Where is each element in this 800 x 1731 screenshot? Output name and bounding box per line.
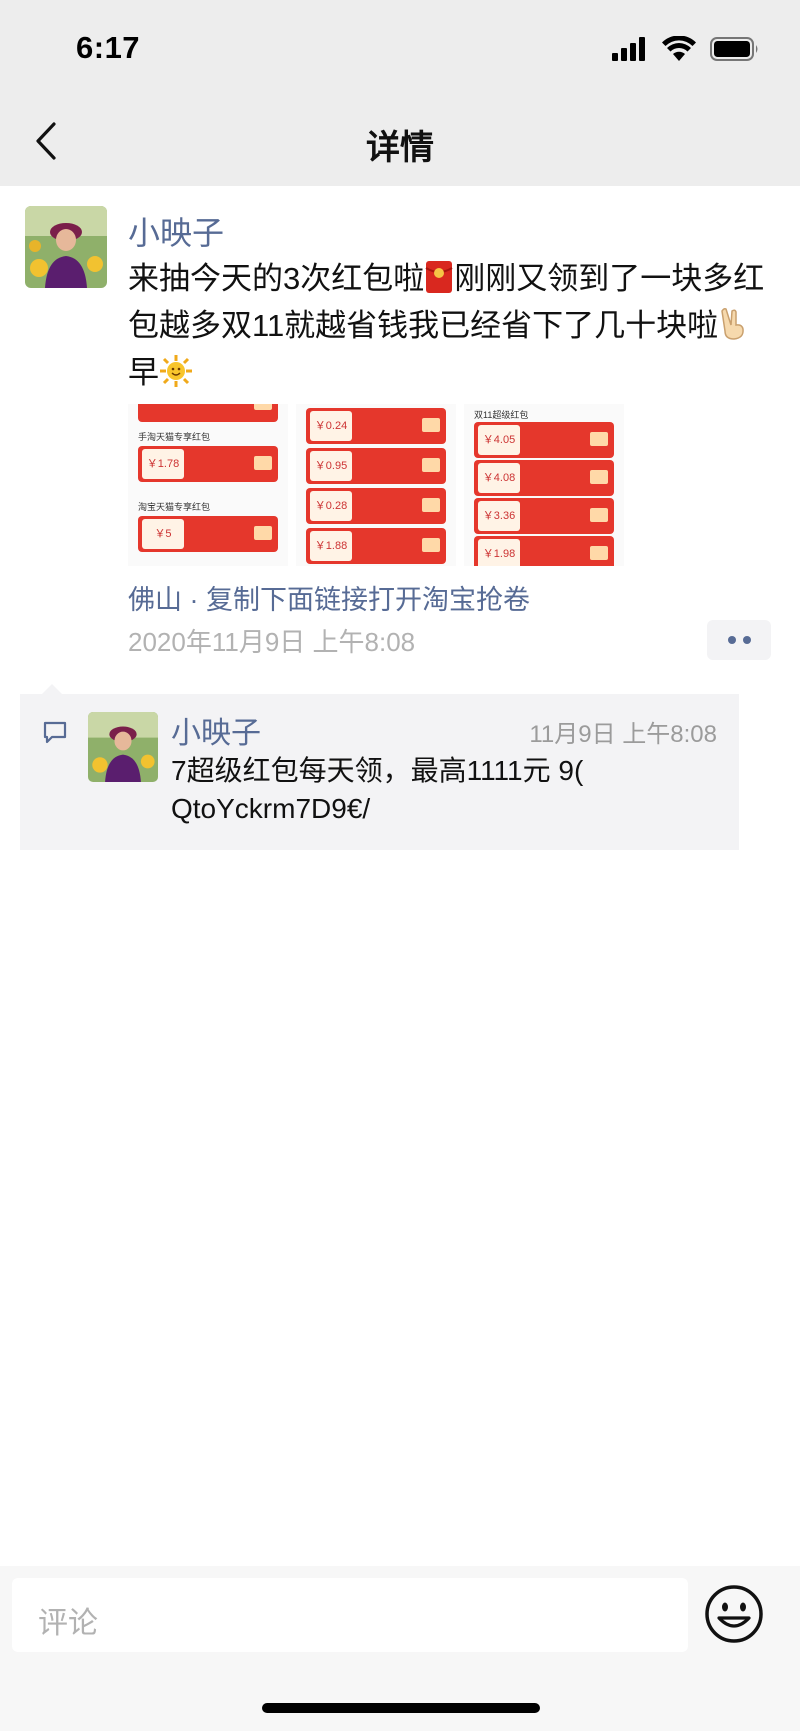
red-packet-strip bbox=[138, 404, 278, 422]
comment-area: 小映子 11月9日 上午8:08 7超级红包每天领，最高1111元 9( Qto… bbox=[20, 694, 739, 850]
wifi-icon bbox=[662, 36, 696, 61]
comment-bubble-icon bbox=[42, 720, 68, 751]
red-packet-amount: ￥4.05 bbox=[478, 425, 520, 455]
photo-label: 双11超级红包 bbox=[474, 410, 529, 420]
post-text: 来抽今天的3次红包啦 刚刚又领到了一块多红包越多双11就越省钱我已经省下了几十块啦… bbox=[128, 258, 778, 399]
red-packet-strip: ￥0.28 bbox=[306, 488, 446, 524]
red-packet-strip: ￥3.36 bbox=[474, 498, 614, 534]
home-indicator bbox=[262, 1703, 540, 1713]
red-packet-amount: ￥4.08 bbox=[478, 463, 520, 493]
red-packet-strip: ￥1.78 bbox=[138, 446, 278, 482]
dot-icon bbox=[742, 636, 751, 644]
red-packet-strip: ￥1.98 bbox=[474, 536, 614, 566]
smiley-face-icon bbox=[705, 1585, 763, 1643]
post-photos: 手淘天猫专享红包 ￥1.78 淘宝天猫专享红包 ￥5 ￥0.24 ￥0.95 ￥… bbox=[128, 404, 624, 566]
post-photo-3[interactable]: 双11超级红包 ￥4.05 ￥4.08 ￥3.36 ￥1.98 bbox=[464, 404, 624, 566]
red-packet-amount: ￥3.36 bbox=[478, 501, 520, 531]
comment-author-name[interactable]: 小映子 bbox=[171, 708, 261, 752]
status-time: 6:17 bbox=[76, 30, 141, 65]
dot-icon bbox=[727, 636, 736, 644]
red-packet-amount: ￥0.24 bbox=[310, 411, 352, 441]
comment-text[interactable]: 7超级红包每天领，最高1111元 9( QtoYckrm7D9€/ bbox=[171, 752, 711, 828]
comment-author-avatar[interactable] bbox=[88, 712, 158, 782]
post-text-part-1: 来抽今天的3次红包啦 bbox=[128, 261, 425, 296]
sun-emoji-icon bbox=[159, 354, 193, 399]
comment-input[interactable]: 评论 bbox=[12, 1578, 688, 1652]
post-photo-2[interactable]: ￥0.24 ￥0.95 ￥0.28 ￥1.88 bbox=[296, 404, 456, 566]
emoji-button[interactable] bbox=[702, 1582, 766, 1651]
victory-hand-emoji-icon bbox=[718, 307, 750, 352]
photo-label: 手淘天猫专享红包 bbox=[138, 432, 211, 442]
post-timestamp: 2020年11月9日 上午8:08 bbox=[128, 627, 416, 657]
red-packet-amount: ￥1.98 bbox=[478, 539, 520, 566]
top-area: 6:17 详情 bbox=[0, 0, 800, 186]
red-packet-strip: ￥4.05 bbox=[474, 422, 614, 458]
page-title: 详情 bbox=[366, 129, 434, 167]
post-photo-1[interactable]: 手淘天猫专享红包 ￥1.78 淘宝天猫专享红包 ￥5 bbox=[128, 404, 288, 566]
post-text-part-3: 早 bbox=[128, 355, 159, 390]
status-icons bbox=[612, 36, 760, 62]
photo-label: 淘宝天猫专享红包 bbox=[138, 502, 211, 512]
red-packet-strip: ￥5 bbox=[138, 516, 278, 552]
red-packet-amount: ￥0.95 bbox=[310, 451, 352, 481]
post-author-avatar[interactable] bbox=[25, 206, 107, 288]
red-packet-strip: ￥0.95 bbox=[306, 448, 446, 484]
red-packet-strip: ￥0.24 bbox=[306, 408, 446, 444]
red-packet-amount: ￥5 bbox=[142, 519, 184, 549]
red-packet-amount: ￥0.28 bbox=[310, 491, 352, 521]
cellular-signal-icon bbox=[612, 37, 645, 61]
red-packet-strip: ￥1.88 bbox=[306, 528, 446, 564]
post-location-link[interactable]: 佛山 · 复制下面链接打开淘宝抢卷 bbox=[128, 578, 530, 617]
battery-icon bbox=[710, 37, 758, 61]
red-packet-strip: ￥4.08 bbox=[474, 460, 614, 496]
post-author-name[interactable]: 小映子 bbox=[128, 208, 224, 254]
comment-timestamp: 11月9日 上午8:08 bbox=[529, 721, 717, 748]
more-actions-button[interactable] bbox=[707, 620, 771, 660]
red-packet-amount: ￥1.88 bbox=[310, 531, 352, 561]
red-packet-amount: ￥1.78 bbox=[142, 449, 184, 479]
red-packet-emoji-icon bbox=[424, 260, 454, 305]
